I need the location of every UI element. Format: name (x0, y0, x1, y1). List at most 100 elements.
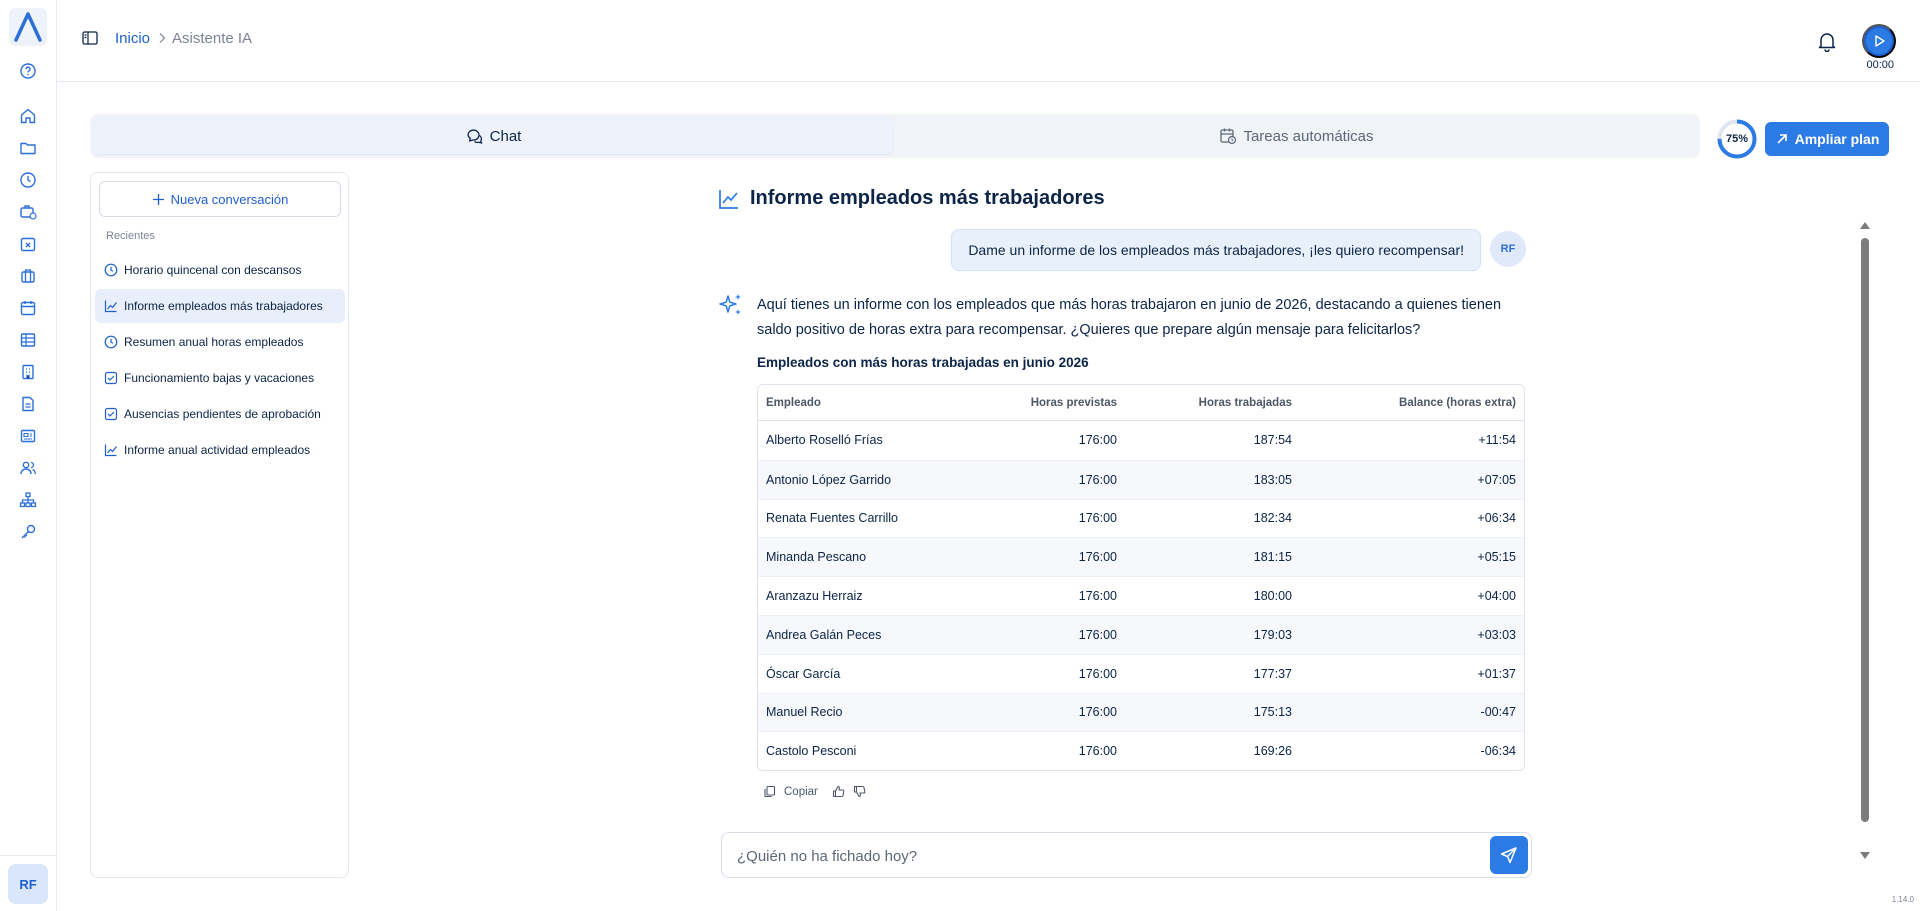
assistant-message-text: Aquí tienes un informe con los empleados… (757, 297, 1502, 338)
plan-usage-gauge: 75% (1716, 118, 1758, 160)
table-row: Aranzazu Herraiz 176:00 180:00 +04:00 (758, 576, 1524, 615)
hours-cell: -00:47 (1300, 692, 1524, 732)
employee-name-cell: Andrea Galán Peces (758, 614, 958, 654)
key-icon[interactable] (19, 523, 37, 541)
chevron-right-icon (159, 33, 166, 43)
table-row: Renata Fuentes Carrillo 176:00 182:34 +06:3… (758, 498, 1524, 538)
table-row: Castolo Pesconi 176:00 169:26 -06:34 (758, 731, 1524, 770)
new-conversation-button[interactable]: Nueva conversación (99, 181, 341, 217)
chart-line-icon (104, 444, 117, 457)
employee-name-cell: Manuel Recio (758, 692, 958, 732)
thumbs-up-icon[interactable] (832, 785, 845, 798)
hours-cell: 176:00 (958, 653, 1125, 693)
chat-bubbles-icon (467, 129, 483, 144)
rail-divider (0, 855, 57, 856)
hours-cell: 187:54 (1253, 433, 1292, 448)
user-message-text: Dame un informe de los empleados más tra… (968, 242, 1464, 258)
column-header: Horas previstas (958, 385, 1125, 421)
chart-line-icon (719, 189, 738, 209)
checkbox-icon (104, 407, 118, 421)
conversation-item[interactable]: Informe anual actividad empleados (95, 433, 345, 467)
table-row: Antonio López Garrido 176:00 183:05 +07:05 (758, 459, 1524, 499)
hours-cell: +11:54 (1478, 433, 1516, 448)
app-version: 1.14.0 (1891, 895, 1914, 904)
conversation-title: Informe empleados más trabajadores (124, 299, 323, 313)
chat-title: Informe empleados más trabajadores (750, 187, 1105, 209)
users-icon[interactable] (19, 459, 37, 477)
hours-cell: -06:34 (1300, 731, 1524, 770)
scroll-down-arrow-icon[interactable] (1860, 852, 1870, 859)
table-icon[interactable] (19, 331, 37, 349)
employee-name-cell: Minanda Pescano (758, 537, 958, 577)
clock-icon (104, 263, 118, 277)
folder-icon[interactable] (19, 139, 37, 157)
conversation-item[interactable]: Resumen anual horas empleados (95, 325, 345, 359)
hours-cell: 176:00 (958, 614, 1125, 654)
conversation-item[interactable]: Funcionamiento bajas y vacaciones (95, 361, 345, 395)
conversation-item[interactable]: Horario quincenal con descansos (95, 253, 345, 287)
briefcase-clock-icon[interactable] (19, 203, 37, 221)
copy-button[interactable]: Copiar (784, 786, 818, 798)
help-icon[interactable] (19, 62, 37, 80)
scrollbar-thumb[interactable] (1861, 238, 1869, 822)
conversation-item-selected[interactable]: Informe empleados más trabajadores (95, 289, 345, 323)
calendar-x-icon[interactable] (19, 235, 37, 253)
table-header-row: Empleado Horas previstas Horas trabajada… (758, 385, 1524, 421)
report-table-title: Empleados con más horas trabajadas en ju… (757, 355, 1089, 370)
conversation-title: Funcionamiento bajas y vacaciones (124, 371, 315, 385)
tab-chat[interactable]: Chat (94, 118, 893, 154)
employee-name-cell: Alberto Roselló Frías (766, 433, 883, 448)
column-header: Empleado (758, 385, 958, 421)
hours-cell: 183:05 (1125, 459, 1300, 499)
notifications-bell-icon[interactable] (1816, 30, 1838, 52)
app-logo-icon[interactable] (9, 8, 47, 46)
building-icon[interactable] (19, 363, 37, 381)
employee-name-cell: Renata Fuentes Carrillo (758, 498, 958, 538)
calendar-icon[interactable] (19, 299, 37, 317)
chat-scrollbar[interactable] (1860, 222, 1870, 862)
sidebar-toggle-icon[interactable] (82, 31, 98, 45)
send-icon (1500, 847, 1517, 864)
hours-cell: 176:00 (958, 576, 1125, 615)
new-conversation-label: Nueva conversación (170, 191, 289, 207)
employee-name-cell: Aranzazu Herraiz (758, 576, 958, 615)
send-button[interactable] (1490, 836, 1528, 874)
message-composer (721, 832, 1532, 878)
suitcase-icon[interactable] (19, 267, 37, 285)
home-icon[interactable] (19, 107, 37, 125)
employee-name-cell: Castolo Pesconi (758, 731, 958, 770)
upgrade-plan-button[interactable]: Ampliar plan (1765, 122, 1889, 156)
plus-icon (152, 193, 164, 205)
hours-cell: +04:00 (1300, 576, 1524, 615)
tab-chat-label: Chat (489, 127, 522, 145)
hours-cell: 175:13 (1125, 692, 1300, 732)
hours-cell: +05:15 (1300, 537, 1524, 577)
clock-icon[interactable] (19, 171, 37, 189)
copy-icon[interactable] (763, 785, 776, 798)
breadcrumb-home[interactable]: Inicio (115, 30, 150, 47)
conversation-title: Informe anual actividad empleados (124, 443, 311, 457)
document-icon[interactable] (19, 395, 37, 413)
table-row: Óscar García 176:00 177:37 +01:37 (758, 653, 1524, 693)
hours-cell: 181:15 (1125, 537, 1300, 577)
assistant-tabs: Chat Tareas automáticas (90, 114, 1700, 158)
column-header: Balance (horas extra) (1300, 385, 1524, 421)
hours-cell: +07:05 (1300, 459, 1524, 499)
arrow-up-right-icon (1777, 134, 1787, 144)
chart-line-icon (104, 300, 117, 313)
message-input[interactable] (737, 845, 1437, 867)
hours-cell: 176:00 (958, 692, 1125, 732)
plan-usage-percent: 75% (1725, 133, 1749, 145)
scroll-up-arrow-icon[interactable] (1860, 222, 1870, 229)
hours-cell: +06:34 (1300, 498, 1524, 538)
org-chart-icon[interactable] (19, 491, 37, 509)
newspaper-icon[interactable] (19, 427, 37, 445)
hours-cell: 177:37 (1125, 653, 1300, 693)
conversation-item[interactable]: Ausencias pendientes de aprobación (95, 397, 345, 431)
thumbs-down-icon[interactable] (853, 785, 866, 798)
tab-automatic-tasks[interactable]: Tareas automáticas (897, 118, 1696, 154)
user-avatar[interactable]: RF (8, 864, 48, 904)
clock-in-play-button[interactable] (1862, 24, 1896, 58)
conversation-title: Horario quincenal con descansos (124, 263, 302, 277)
column-header: Horas trabajadas (1125, 385, 1300, 421)
